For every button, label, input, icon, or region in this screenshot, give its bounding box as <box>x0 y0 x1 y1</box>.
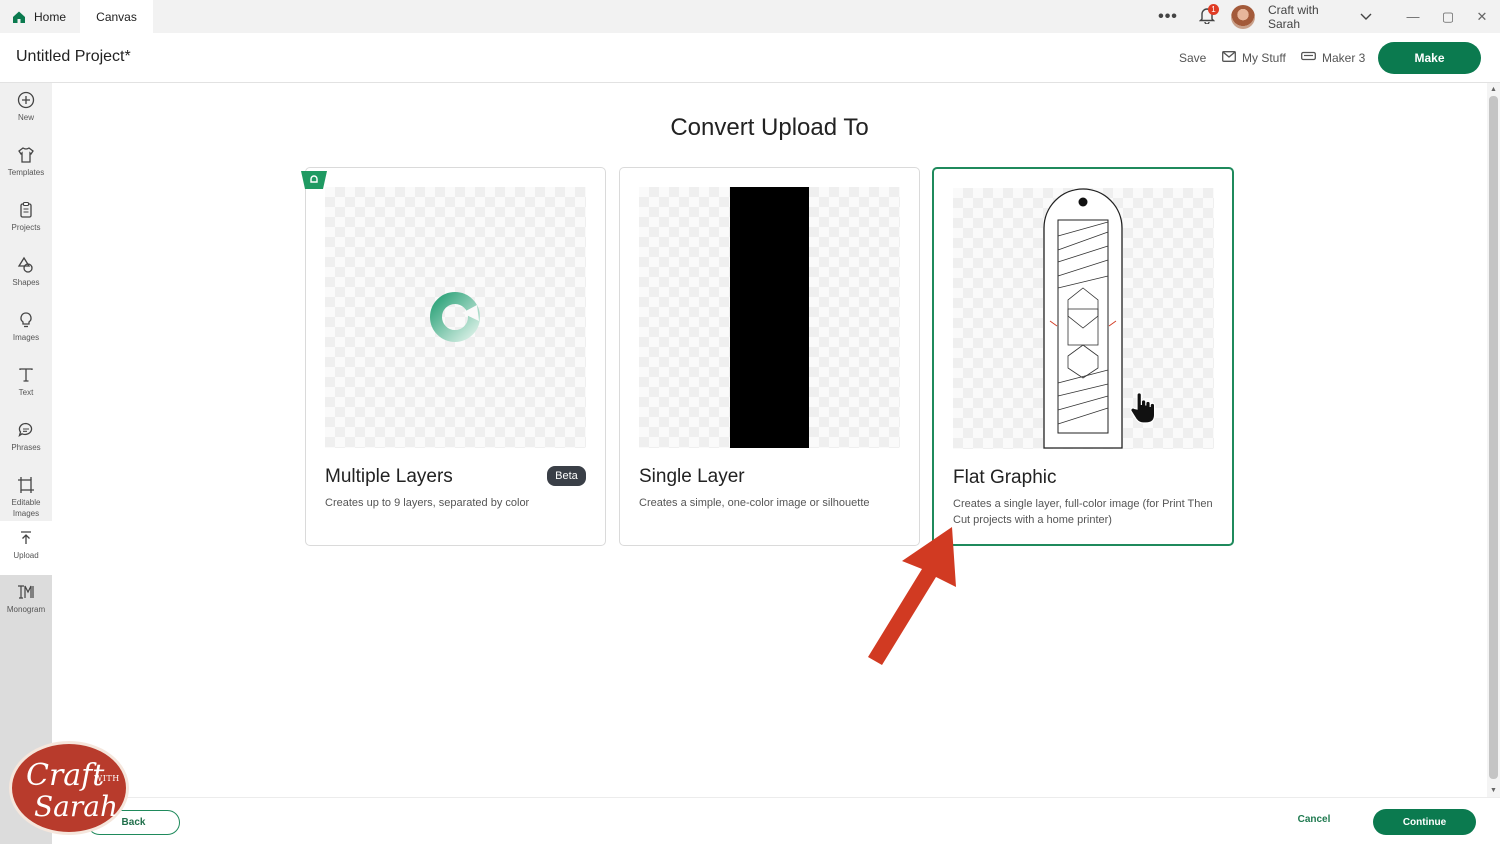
my-stuff-button[interactable]: My Stuff <box>1222 51 1286 65</box>
tshirt-icon <box>18 147 34 163</box>
sidebar-item-text[interactable]: Text <box>0 358 52 412</box>
plus-circle-icon <box>17 91 35 109</box>
preview-multiple-layers <box>325 187 586 448</box>
card-title: Multiple Layers <box>325 466 453 487</box>
project-title: Untitled Project* <box>16 48 131 65</box>
sidebar-item-editable-images[interactable]: Editable Images <box>0 468 52 525</box>
my-stuff-label: My Stuff <box>1242 51 1286 65</box>
option-card-flat-graphic[interactable]: Flat Graphic Creates a single layer, ful… <box>932 167 1234 546</box>
machine-label: Maker 3 <box>1322 51 1366 65</box>
sidebar-item-label: New <box>17 113 34 122</box>
upload-icon <box>21 531 31 544</box>
envelope-icon <box>1222 51 1242 65</box>
cancel-button[interactable]: Cancel <box>1284 814 1344 825</box>
machine-selector[interactable]: Maker 3 <box>1301 51 1365 65</box>
bookmark-pattern-preview <box>1043 188 1123 449</box>
preview-flat-graphic <box>953 188 1214 449</box>
text-icon <box>19 368 33 382</box>
continue-button[interactable]: Continue <box>1373 809 1476 835</box>
sidebar-item-phrases[interactable]: Phrases <box>0 413 52 467</box>
machine-icon <box>1301 51 1322 65</box>
user-name: Craft with Sarah <box>1268 2 1319 31</box>
sidebar-item-projects[interactable]: Projects <box>0 193 52 247</box>
tab-home-label: Home <box>34 9 67 24</box>
tab-home[interactable]: Home <box>0 0 80 33</box>
subscription-badge-icon <box>301 171 327 189</box>
sidebar-item-label: Monogram <box>6 605 46 614</box>
scroll-up-icon[interactable]: ▲ <box>1487 83 1500 95</box>
close-button[interactable]: ✕ <box>1467 0 1497 33</box>
sidebar-item-label: Editable Images <box>11 498 41 518</box>
scroll-down-icon[interactable]: ▼ <box>1487 784 1500 796</box>
user-menu[interactable]: Craft with Sarah <box>1268 0 1372 33</box>
make-button[interactable]: Make <box>1378 42 1481 74</box>
save-label: Save <box>1179 51 1207 65</box>
sidebar-item-upload[interactable]: Upload <box>0 521 52 575</box>
monogram-icon <box>18 585 34 599</box>
clipboard-icon <box>20 201 32 218</box>
option-card-single-layer[interactable]: Single Layer Creates a simple, one-color… <box>619 167 920 546</box>
speech-bubble-icon <box>18 422 33 438</box>
card-description: Creates up to 9 layers, separated by col… <box>325 497 530 509</box>
sidebar-item-label: Upload <box>13 551 39 560</box>
sidebar-item-new[interactable]: New <box>0 83 52 137</box>
card-description: Creates a single layer, full-color image… <box>953 498 1213 526</box>
sidebar-item-label: Text <box>18 388 34 397</box>
project-header: Untitled Project* Save My Stuff Maker 3 … <box>0 33 1500 83</box>
sidebar-item-templates[interactable]: Templates <box>0 138 52 192</box>
card-title: Single Layer <box>639 466 745 487</box>
card-description: Creates a simple, one-color image or sil… <box>639 497 870 509</box>
title-bar: Home Canvas ••• 1 Craft with Sarah — ▢ ✕ <box>0 0 1500 33</box>
more-options-icon[interactable]: ••• <box>1156 0 1180 33</box>
sidebar-item-images[interactable]: Images <box>0 303 52 357</box>
page-title: Convert Upload To <box>670 114 869 141</box>
restore-button[interactable]: ▢ <box>1433 0 1463 33</box>
option-card-multiple-layers[interactable]: Multiple Layers Beta Creates up to 9 lay… <box>301 167 606 546</box>
silhouette-preview <box>730 187 809 448</box>
avatar[interactable] <box>1231 0 1256 33</box>
chevron-down-icon <box>1360 13 1372 21</box>
save-button[interactable]: Save <box>1179 51 1206 65</box>
sidebar-item-label: Templates <box>7 168 45 177</box>
loading-spinner-icon <box>430 292 480 342</box>
sidebar-item-label: Phrases <box>11 443 41 452</box>
card-title: Flat Graphic <box>953 467 1057 488</box>
scroll-thumb[interactable] <box>1489 96 1498 779</box>
sidebar-item-label: Projects <box>11 223 41 232</box>
notifications-button[interactable]: 1 <box>1196 0 1219 33</box>
tab-canvas-label: Canvas <box>96 9 137 24</box>
sidebar-item-label: Images <box>12 333 40 342</box>
watermark-logo: Craft WITH Sarah <box>9 741 129 835</box>
dialog-footer: Back Cancel Continue <box>52 797 1500 844</box>
home-icon <box>12 10 26 24</box>
sidebar-item-shapes[interactable]: Shapes <box>0 248 52 302</box>
avatar-image <box>1231 4 1255 29</box>
annotation-arrow-icon <box>868 527 956 665</box>
hand-cursor-icon <box>1130 392 1156 424</box>
minimize-button[interactable]: — <box>1398 0 1428 33</box>
shapes-icon <box>17 256 33 273</box>
notification-badge: 1 <box>1208 4 1219 15</box>
left-sidebar: New Templates Projects Shapes Images Tex… <box>0 83 52 844</box>
lightbulb-icon <box>20 312 32 328</box>
preview-single-layer <box>639 187 900 448</box>
editable-image-icon <box>18 477 34 493</box>
vertical-scrollbar[interactable]: ▲ ▼ <box>1487 83 1500 797</box>
beta-badge: Beta <box>547 466 586 486</box>
tab-canvas[interactable]: Canvas <box>80 0 153 33</box>
sidebar-item-label: Shapes <box>12 278 40 287</box>
